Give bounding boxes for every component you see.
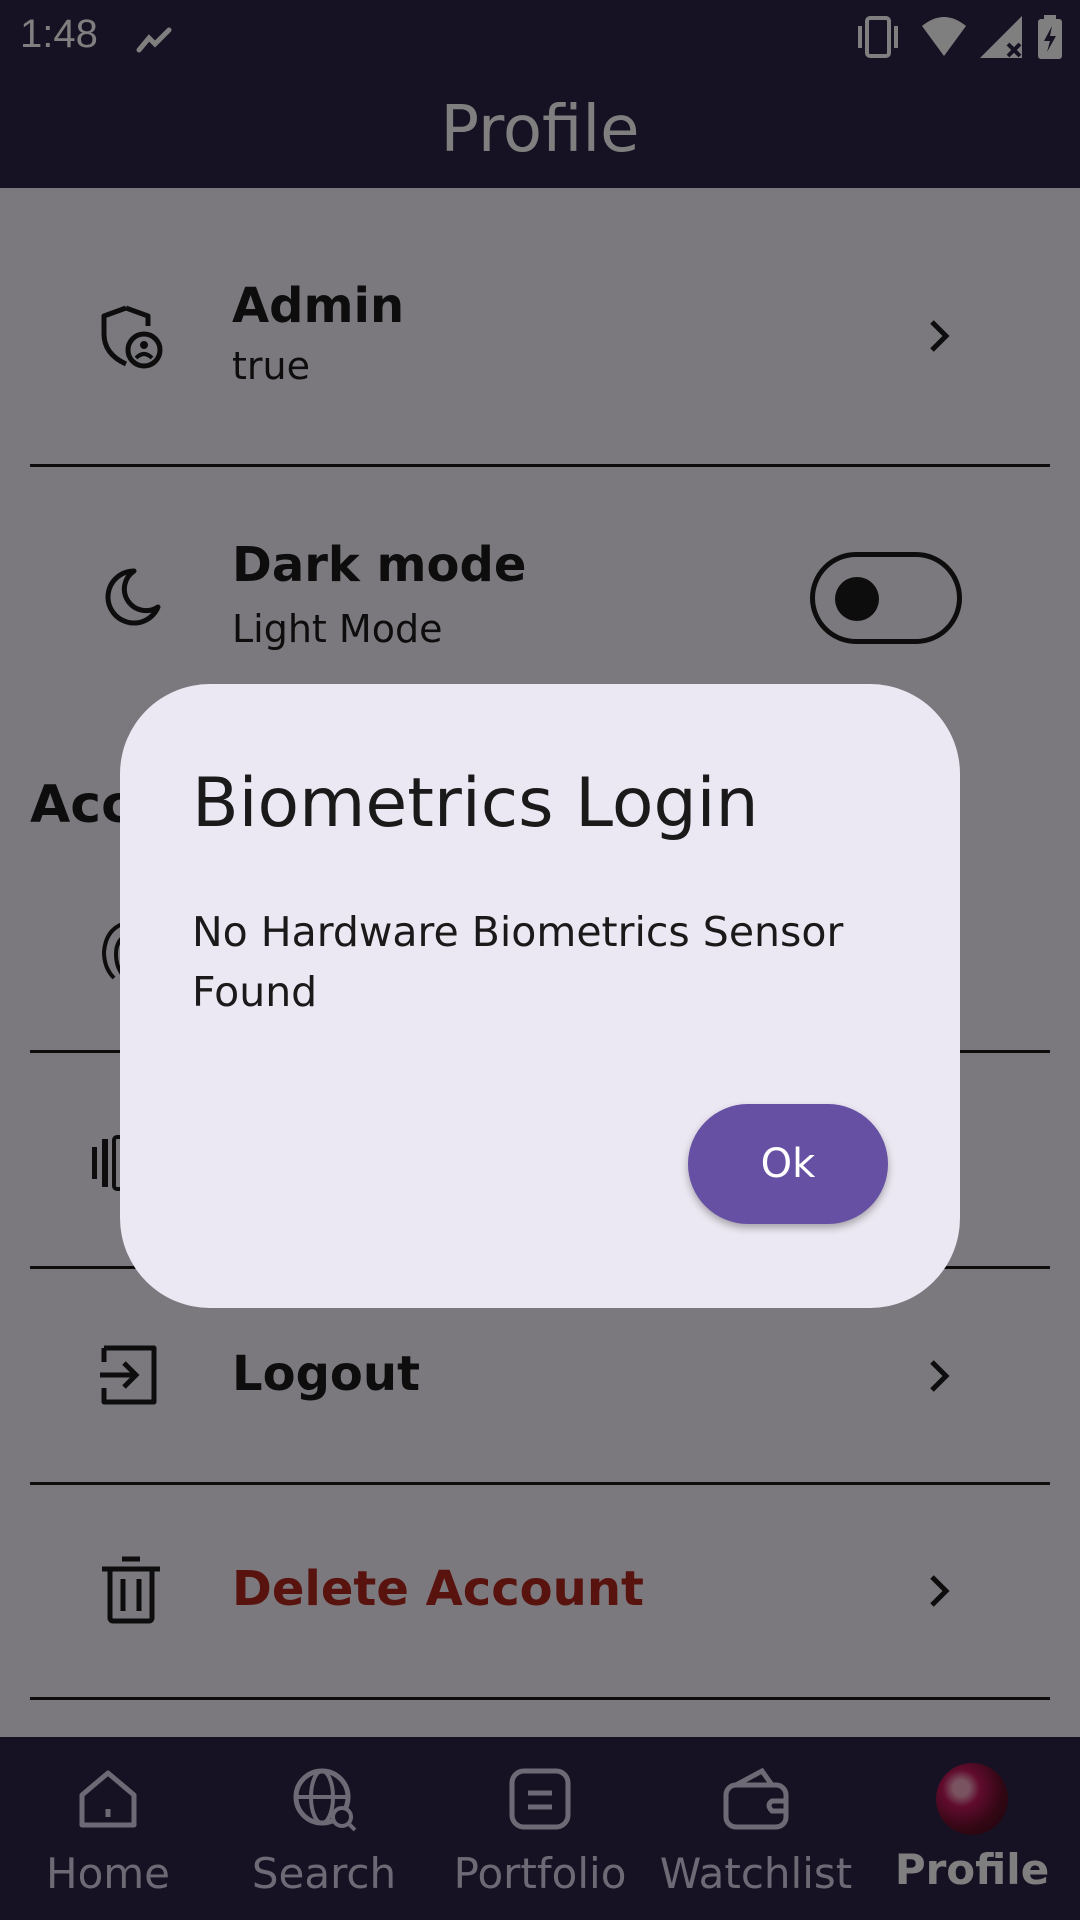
ok-button[interactable]: Ok: [688, 1104, 888, 1224]
dialog-title: Biometrics Login: [192, 764, 759, 843]
dialog-message: No Hardware Biometrics Sensor Found: [192, 908, 844, 1016]
screen: 1:48 Profile: [0, 0, 1080, 1920]
biometrics-dialog: Biometrics Login No Hardware Biometrics …: [120, 684, 960, 1308]
